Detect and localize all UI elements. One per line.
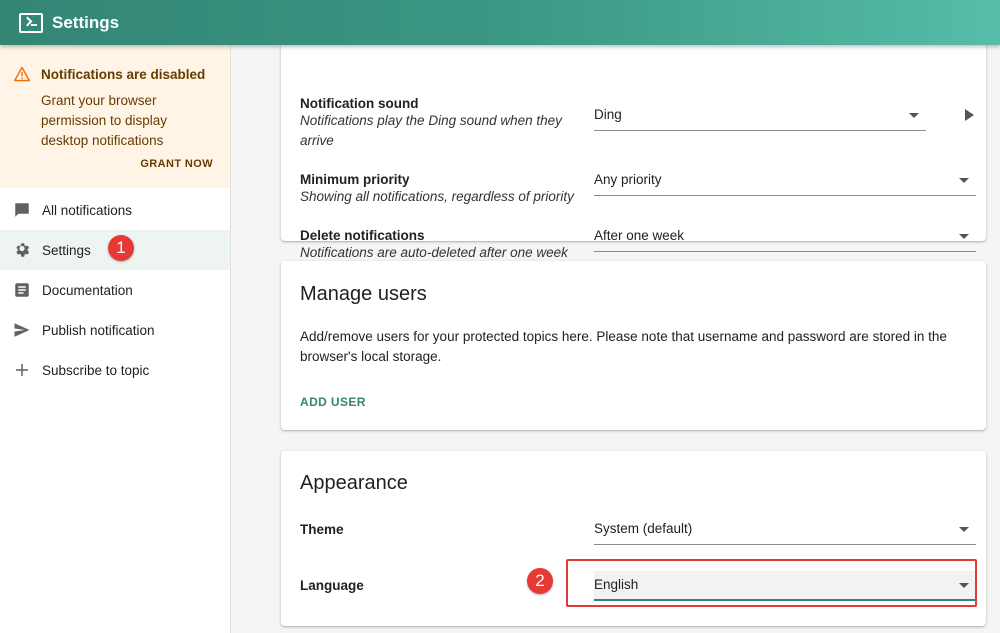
manage-users-card: Manage users Add/remove users for your p…	[281, 261, 986, 430]
notifications-settings-card: Notification sound Notifications play th…	[281, 35, 986, 260]
language-highlight-box	[566, 559, 977, 607]
gear-icon	[13, 241, 31, 259]
notification-sound-row: Notification sound Notifications play th…	[300, 96, 974, 151]
grant-now-button[interactable]: GRANT NOW	[140, 158, 213, 170]
document-icon	[13, 281, 31, 299]
delete-notifications-select[interactable]: After one week	[594, 222, 976, 252]
manage-users-title: Manage users	[300, 283, 427, 305]
sidebar-item-label: Publish notification	[42, 322, 155, 338]
add-user-button[interactable]: ADD USER	[300, 395, 366, 409]
notifications-disabled-alert: Notifications are disabled Grant your br…	[0, 45, 230, 188]
delete-notifications-value: After one week	[594, 228, 685, 243]
sidebar-item-publish-notification[interactable]: Publish notification	[0, 310, 230, 350]
chevron-down-icon	[959, 527, 969, 532]
sidebar-nav: All notifications Settings Documentation	[0, 188, 230, 390]
sidebar-item-label: Documentation	[42, 282, 133, 298]
appearance-title: Appearance	[300, 472, 408, 494]
alert-title: Notifications are disabled	[41, 67, 206, 82]
theme-select[interactable]: System (default)	[594, 515, 976, 545]
sidebar-item-label: Settings	[42, 242, 91, 258]
step-badge-1: 1	[108, 235, 134, 261]
sidebar-item-subscribe-to-topic[interactable]: Subscribe to topic	[0, 350, 230, 390]
chevron-down-icon	[909, 113, 919, 118]
minimum-priority-select[interactable]: Any priority	[594, 166, 976, 196]
theme-value: System (default)	[594, 521, 693, 536]
delete-notifications-row: Delete notifications Notifications are a…	[300, 228, 976, 263]
play-icon[interactable]	[965, 109, 974, 121]
minimum-priority-value: Any priority	[594, 172, 662, 187]
minimum-priority-desc: Showing all notifications, regardless of…	[300, 189, 574, 204]
chevron-down-icon	[959, 178, 969, 183]
sidebar-item-all-notifications[interactable]: All notifications	[0, 190, 230, 230]
notification-sound-desc: Notifications play the Ding sound when t…	[300, 113, 562, 148]
notification-sound-select[interactable]: Ding	[594, 101, 926, 131]
minimum-priority-row: Minimum priority Showing all notificatio…	[300, 172, 976, 207]
terminal-icon	[19, 12, 43, 33]
main-content: Notification sound Notifications play th…	[231, 35, 1000, 633]
chat-icon	[13, 201, 31, 219]
app-bar: Settings	[0, 0, 1000, 45]
sidebar-item-documentation[interactable]: Documentation	[0, 270, 230, 310]
alert-body: Grant your browser permission to display…	[41, 93, 168, 148]
chevron-down-icon	[959, 234, 969, 239]
page-title: Settings	[52, 12, 120, 32]
sidebar-item-label: All notifications	[42, 202, 133, 218]
plus-icon	[13, 361, 31, 379]
notification-sound-value: Ding	[594, 107, 622, 122]
step-badge-2: 2	[527, 568, 553, 594]
theme-row: Theme System (default)	[300, 521, 976, 545]
warning-icon	[14, 66, 30, 82]
sidebar-item-label: Subscribe to topic	[42, 362, 150, 378]
delete-notifications-desc: Notifications are auto-deleted after one…	[300, 245, 568, 260]
manage-users-text: Add/remove users for your protected topi…	[300, 329, 947, 364]
sidebar: Notifications are disabled Grant your br…	[0, 45, 231, 633]
send-icon	[13, 321, 31, 339]
